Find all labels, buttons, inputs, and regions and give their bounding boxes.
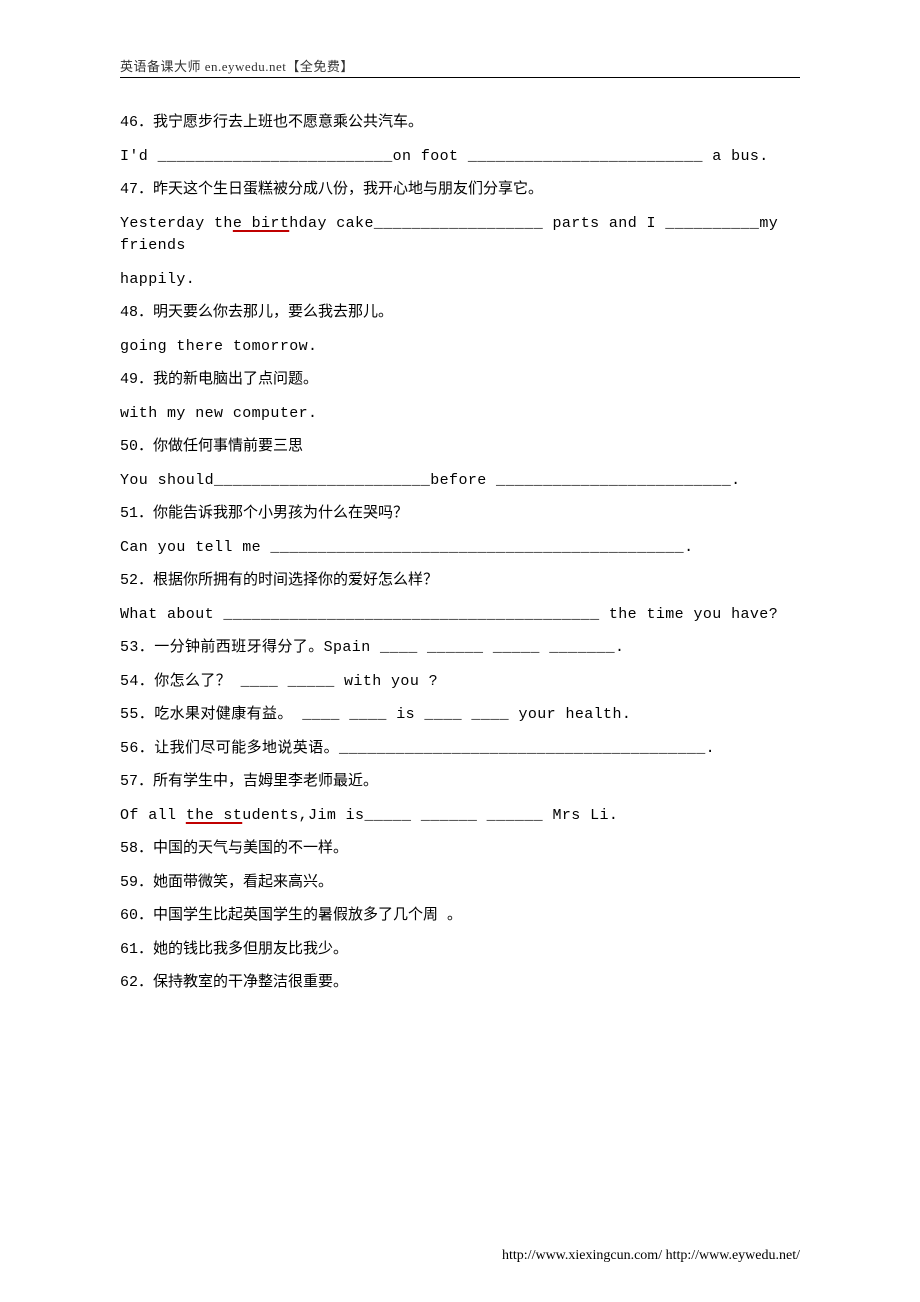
q62: 62．保持教室的干净整洁很重要。 [120,972,800,995]
q52-zh: 52．根据你所拥有的时间选择你的爱好怎么样？ [120,570,800,593]
q47-en-underline: e birt [233,215,289,232]
q51-en: Can you tell me ________________________… [120,537,800,560]
q56: 56．让我们尽可能多地说英语。_________________________… [120,738,800,761]
q49-zh: 49．我的新电脑出了点问题。 [120,369,800,392]
q46-en: I'd _________________________on foot ___… [120,146,800,169]
q52-en: What about _____________________________… [120,604,800,627]
page-header: 英语备课大师 en.eywedu.net【全免费】 [120,56,800,78]
q57-en-post: udents,Jim is_____ ______ ______ Mrs Li. [242,807,618,824]
q46-zh: 46．我宁愿步行去上班也不愿意乘公共汽车。 [120,112,800,135]
q49-en: with my new computer. [120,403,800,426]
q50-zh: 50．你做任何事情前要三思 [120,436,800,459]
page-content: 英语备课大师 en.eywedu.net【全免费】 46．我宁愿步行去上班也不愿… [0,0,920,995]
q47-en-l1: Yesterday the birthday cake_____________… [120,213,800,258]
q57-en-pre: Of all [120,807,186,824]
q47-en-l2: happily. [120,269,800,292]
q47-zh: 47．昨天这个生日蛋糕被分成八份，我开心地与朋友们分享它。 [120,179,800,202]
q48-zh: 48．明天要么你去那儿，要么我去那儿。 [120,302,800,325]
q53: 53．一分钟前西班牙得分了。Spain ____ ______ _____ __… [120,637,800,660]
q60: 60．中国学生比起英国学生的暑假放多了几个周 。 [120,905,800,928]
q61: 61．她的钱比我多但朋友比我少。 [120,939,800,962]
q50-en: You should_______________________before … [120,470,800,493]
q57-en-underline: the st [186,807,242,824]
q55: 55．吃水果对健康有益。 ____ ____ is ____ ____ your… [120,704,800,727]
q48-en: going there tomorrow. [120,336,800,359]
q54: 54．你怎么了？ ____ _____ with you ? [120,671,800,694]
q57-zh: 57．所有学生中，吉姆里李老师最近。 [120,771,800,794]
q59: 59．她面带微笑，看起来高兴。 [120,872,800,895]
q58: 58．中国的天气与美国的不一样。 [120,838,800,861]
q47-en-pre: Yesterday th [120,215,233,232]
q51-zh: 51．你能告诉我那个小男孩为什么在哭吗？ [120,503,800,526]
page-footer: http://www.xiexingcun.com/ http://www.ey… [502,1248,800,1264]
q57-en: Of all the students,Jim is_____ ______ _… [120,805,800,828]
